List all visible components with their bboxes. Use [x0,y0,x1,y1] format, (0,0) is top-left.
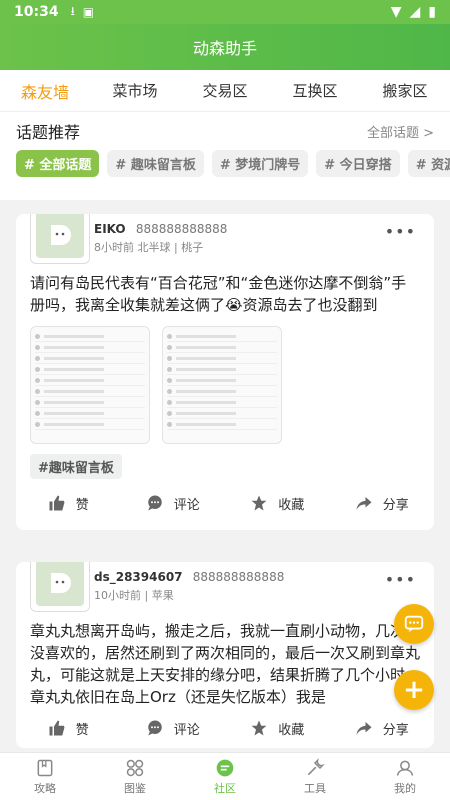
star-icon [251,720,267,736]
app-notification-icon: ▣ [82,5,95,19]
avatar-placeholder-icon [51,573,71,593]
post-card[interactable]: ds_28394607 888888888888 10小时前 | 苹果 ••• … [16,562,434,748]
nav-tools-label: 工具 [304,781,326,795]
nav-tools[interactable]: 工具 [270,753,360,800]
nav-profile[interactable]: 我的 [360,753,450,800]
favorite-button[interactable]: 收藏 [225,719,330,738]
post-user-id: 888888888888 [192,570,285,584]
post-user-id: 888888888888 [135,222,228,236]
share-button[interactable]: 分享 [330,494,435,513]
post-text: 章丸丸想离开岛屿，搬走之后，我就一直刷小动物，几次都没喜欢的，居然还刷到了两次相… [30,622,421,706]
tools-icon [307,757,325,775]
share-icon [356,722,372,735]
nav-encyclopedia-label: 图鉴 [124,781,146,795]
tab-forum[interactable]: 森友墙 [0,79,90,103]
post-image-thumbnail[interactable] [30,326,150,444]
category-tabs: 森友墙 菜市场 交易区 互换区 搬家区 [0,70,450,112]
nav-community-label: 社区 [214,781,236,795]
share-icon [356,497,372,510]
favorite-button[interactable]: 收藏 [225,494,330,513]
share-button[interactable]: 分享 [330,719,435,738]
comment-label: 评论 [173,722,200,738]
grid-icon [126,759,144,776]
post-actions: 赞 评论 收藏 分享 [16,483,434,523]
signal-icon: ◢ [409,4,421,20]
topic-section: 话题推荐 全部话题 > # 全部话题 # 趣味留言板 # 梦境门牌号 # 今日穿… [0,112,450,200]
like-label: 赞 [75,722,89,738]
book-icon [37,759,53,776]
more-options-icon[interactable]: ••• [385,222,416,241]
post-image-thumbnail[interactable] [162,326,282,444]
share-label: 分享 [382,497,409,513]
like-label: 赞 [75,497,89,513]
topics-title: 话题推荐 [16,123,81,142]
share-label: 分享 [382,722,409,738]
profile-icon [396,760,414,776]
thumbs-up-icon [49,720,65,736]
post-meta: 10小时前 | 苹果 [94,589,174,602]
nav-guide[interactable]: 攻略 [0,753,90,800]
post-meta: 8小时前 北半球 | 桃子 [94,241,204,254]
post-text: 请问有岛民代表有“百合花冠”和“金色迷你达摩不倒翁”手册吗，我离全收集就差这俩了… [30,274,407,314]
tab-move[interactable]: 搬家区 [360,80,450,101]
nav-encyclopedia[interactable]: 图鉴 [90,753,180,800]
favorite-label: 收藏 [278,497,305,513]
nav-community[interactable]: 社区 [180,753,270,800]
chip-fun-message[interactable]: # 趣味留言板 [107,150,204,177]
app-title: 动森助手 [192,39,257,58]
more-options-icon[interactable]: ••• [385,570,416,589]
app-bar: 动森助手 [0,24,450,70]
tab-market[interactable]: 菜市场 [90,80,180,101]
post-card[interactable]: EIKO 888888888888 8小时前 北半球 | 桃子 ••• 请问有岛… [16,214,434,530]
battery-icon: ▮ [428,4,436,20]
nav-profile-label: 我的 [394,781,416,795]
post-username[interactable]: EIKO [94,222,126,236]
chat-fab-button[interactable] [394,604,434,644]
comment-icon [147,720,162,736]
community-chat-icon [216,759,234,776]
status-bar: 10:34 ⭳ ▣ ▼ ◢ ▮ [0,0,450,24]
tab-trade[interactable]: 交易区 [180,80,270,101]
thumbs-up-icon [49,495,65,511]
avatar-placeholder-icon [51,225,71,245]
comment-label: 评论 [173,497,200,513]
all-topics-link[interactable]: 全部话题 > [367,122,434,141]
bottom-navigation: 攻略 图鉴 社区 工具 我的 [0,752,450,800]
comment-button[interactable]: 评论 [121,719,226,738]
favorite-label: 收藏 [278,722,305,738]
chip-resource[interactable]: # 资源 [407,150,450,177]
chat-bubble-icon [404,615,424,633]
star-icon [251,495,267,511]
like-button[interactable]: 赞 [16,494,121,513]
download-icon: ⭳ [70,3,75,18]
post-username[interactable]: ds_28394607 [94,570,183,584]
chip-dream-address[interactable]: # 梦境门牌号 [211,150,309,177]
post-topic-tag[interactable]: #趣味留言板 [30,454,122,479]
comment-icon [147,495,162,511]
nav-guide-label: 攻略 [34,781,56,795]
wifi-icon: ▼ [390,4,402,20]
topic-chips: # 全部话题 # 趣味留言板 # 梦境门牌号 # 今日穿搭 # 资源 [0,150,450,177]
tab-exchange[interactable]: 互换区 [270,80,360,101]
comment-button[interactable]: 评论 [121,494,226,513]
status-time: 10:34 [14,4,59,20]
add-post-button[interactable]: + [394,670,434,710]
avatar[interactable] [30,562,90,612]
avatar[interactable] [30,214,90,264]
like-button[interactable]: 赞 [16,719,121,738]
post-actions: 赞 评论 收藏 分享 [16,708,434,748]
chip-today-outfit[interactable]: # 今日穿搭 [316,150,400,177]
chip-all-topics[interactable]: # 全部话题 [16,150,100,177]
plus-icon: + [403,675,425,705]
